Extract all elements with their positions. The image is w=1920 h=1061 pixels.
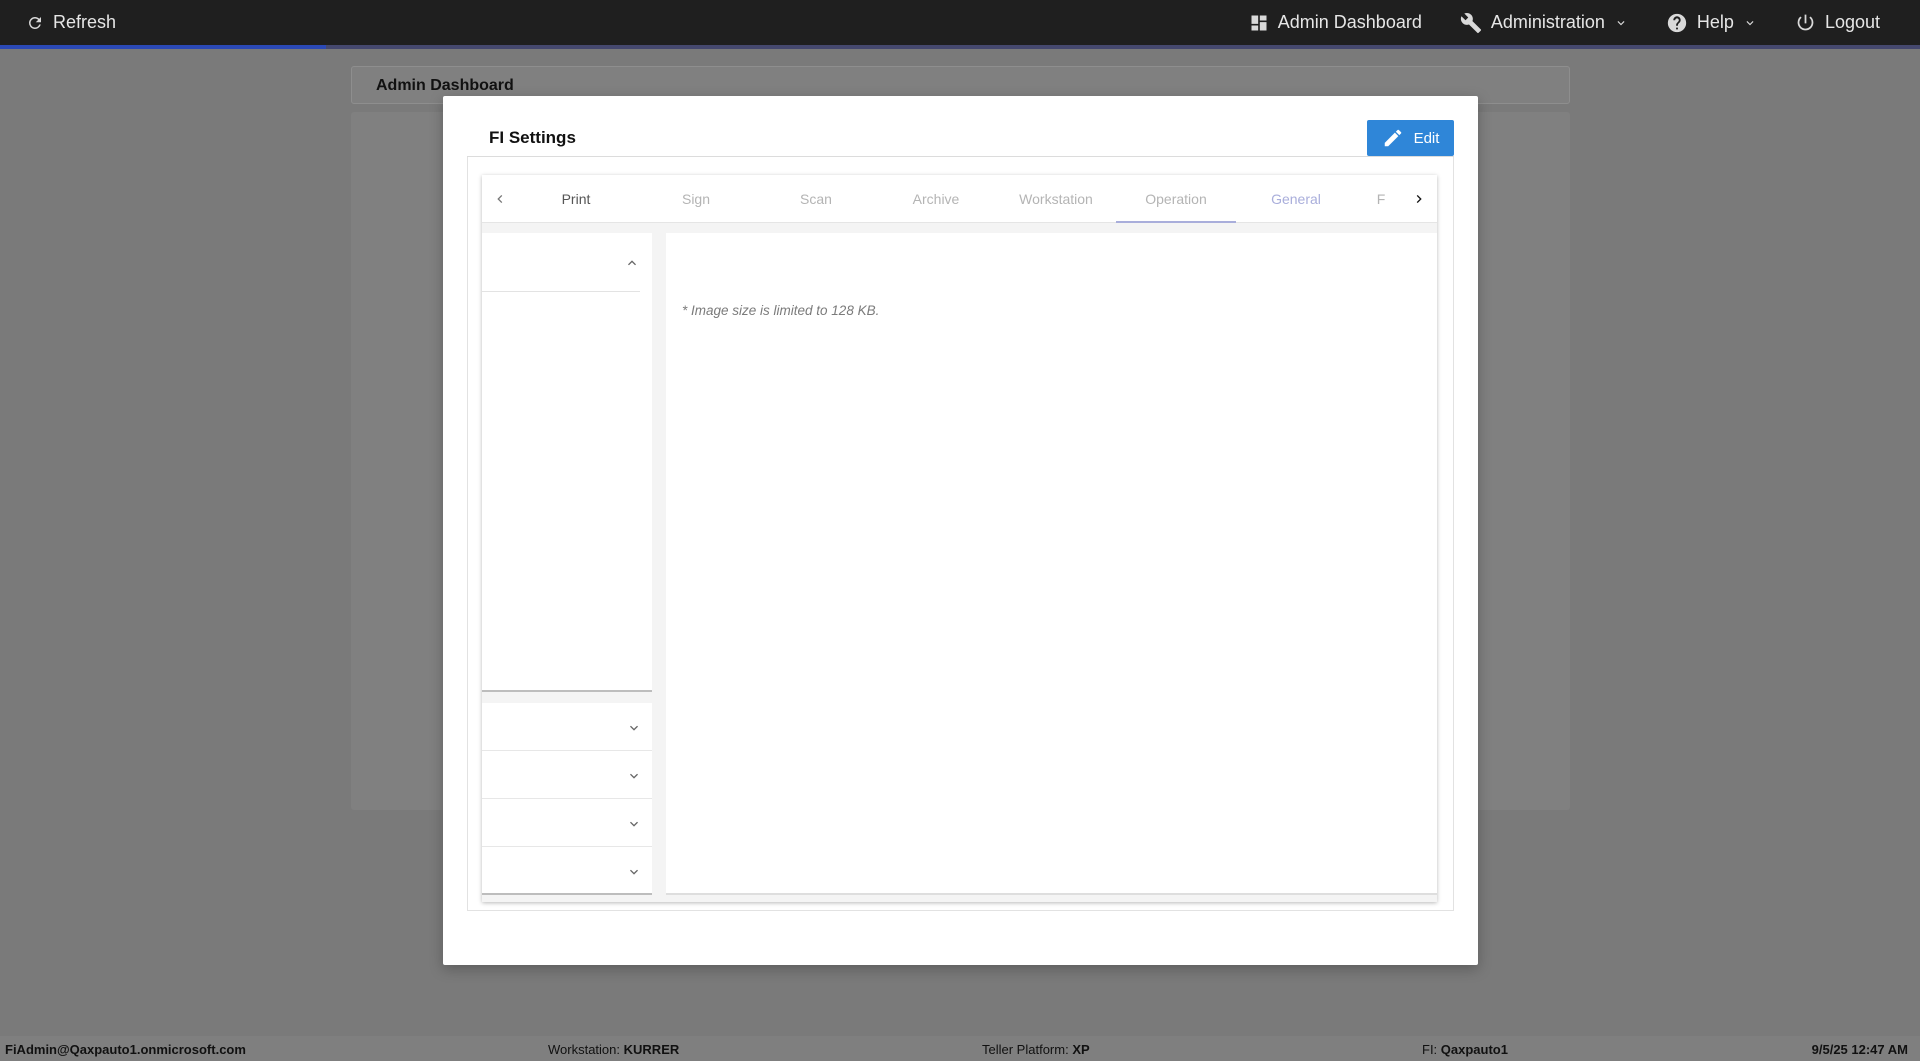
admin-dashboard-label: Admin Dashboard bbox=[1277, 12, 1422, 32]
administration-label: Administration bbox=[1490, 12, 1605, 32]
section-collapsed-3[interactable] bbox=[482, 799, 652, 847]
image-size-note: * Image size is limited to 128 KB. bbox=[682, 303, 880, 318]
top-nav-bar: Refresh Admin Dashboard Administration H… bbox=[0, 0, 1920, 45]
help-icon bbox=[1667, 13, 1687, 32]
chevron-down-icon bbox=[1746, 20, 1754, 25]
logout-label: Logout bbox=[1824, 12, 1880, 32]
refresh-icon bbox=[28, 16, 41, 29]
tab-workstation[interactable]: Workstation bbox=[996, 175, 1116, 223]
refresh-button[interactable]: Refresh bbox=[26, 12, 116, 33]
settings-card: Print Sign Scan Archive Workstation Oper… bbox=[482, 175, 1437, 902]
section-expanded-header[interactable] bbox=[482, 233, 640, 292]
help-label: Help bbox=[1696, 12, 1734, 32]
status-datetime: 9/5/25 12:47 AM bbox=[1811, 1042, 1908, 1057]
edit-label: Edit bbox=[1413, 129, 1440, 147]
tab-general[interactable]: General bbox=[1236, 175, 1356, 223]
status-fi: FI: Qaxpauto1 bbox=[1422, 1042, 1508, 1057]
dashboard-icon bbox=[1251, 15, 1267, 30]
status-platform: Teller Platform: XP bbox=[982, 1042, 1090, 1057]
tab-scroll-left-button[interactable] bbox=[488, 187, 512, 211]
tab-archive[interactable]: Archive bbox=[876, 175, 996, 223]
status-workstation: Workstation: KURRER bbox=[548, 1042, 680, 1057]
admin-dashboard-link[interactable]: Admin Dashboard bbox=[1249, 12, 1422, 33]
chevron-down-icon bbox=[630, 821, 638, 827]
modal-title: FI Settings bbox=[489, 128, 576, 147]
status-user: FiAdmin@Qaxpauto1.onmicrosoft.com bbox=[5, 1042, 246, 1057]
tab-print[interactable]: Print bbox=[516, 175, 636, 223]
edit-button[interactable]: Edit bbox=[1367, 120, 1454, 156]
chevron-left-icon bbox=[497, 195, 503, 203]
chevron-down-icon bbox=[1617, 20, 1625, 25]
progress-fill bbox=[0, 45, 327, 49]
tab-scan[interactable]: Scan bbox=[756, 175, 876, 223]
settings-tabs: Print Sign Scan Archive Workstation Oper… bbox=[482, 175, 1437, 223]
pencil-icon bbox=[1384, 129, 1401, 147]
section-collapsed-4[interactable] bbox=[482, 847, 652, 895]
wrench-icon bbox=[1460, 12, 1481, 33]
tab-truncated[interactable]: F bbox=[1356, 175, 1406, 223]
collapsed-sections bbox=[482, 703, 652, 895]
loading-progress-bar bbox=[0, 45, 1920, 49]
section-collapsed-1[interactable] bbox=[482, 703, 652, 751]
refresh-label: Refresh bbox=[53, 12, 117, 32]
section-list-panel bbox=[482, 233, 652, 692]
chevron-right-icon bbox=[1416, 195, 1422, 203]
section-collapsed-2[interactable] bbox=[482, 751, 652, 799]
modal-header: FI Settings Edit bbox=[467, 120, 1454, 157]
status-bar: FiAdmin@Qaxpauto1.onmicrosoft.com Workst… bbox=[0, 1036, 1920, 1061]
fi-settings-modal: FI Settings Edit Print Sign Scan Archive… bbox=[443, 96, 1478, 965]
chevron-down-icon bbox=[630, 725, 638, 731]
settings-content-panel: * Image size is limited to 128 KB. bbox=[666, 233, 1437, 895]
chevron-down-icon bbox=[630, 869, 638, 875]
tab-operation[interactable]: Operation bbox=[1116, 175, 1236, 223]
administration-menu[interactable]: Administration bbox=[1460, 12, 1628, 34]
help-menu[interactable]: Help bbox=[1666, 12, 1757, 34]
chevron-down-icon bbox=[630, 773, 638, 779]
chevron-up-icon bbox=[628, 260, 636, 266]
logout-button[interactable]: Logout bbox=[1795, 12, 1880, 33]
tab-sign[interactable]: Sign bbox=[636, 175, 756, 223]
tab-scroll-right-button[interactable] bbox=[1407, 187, 1431, 211]
power-icon bbox=[1797, 14, 1814, 31]
